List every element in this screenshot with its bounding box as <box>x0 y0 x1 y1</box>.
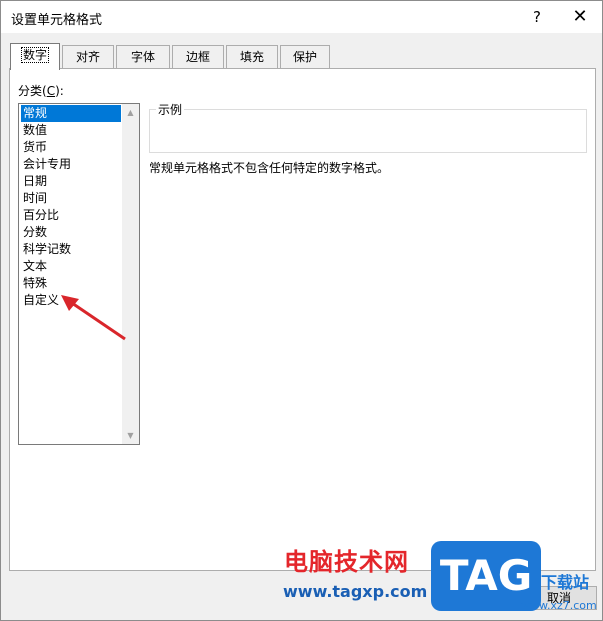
list-item-time[interactable]: 时间 <box>21 190 121 207</box>
watermark-side-url: www.xz7.com <box>521 599 597 612</box>
list-scrollbar[interactable]: ▲ ▼ <box>122 104 139 444</box>
watermark-side-text: 下载站 <box>541 573 590 592</box>
category-list[interactable]: 常规 数值 货币 会计专用 日期 时间 百分比 分数 科学记数 文本 特殊 自定… <box>18 103 140 445</box>
list-item-percentage[interactable]: 百分比 <box>21 207 121 224</box>
close-button[interactable]: ✕ <box>565 5 595 29</box>
watermark-site-name: 电脑技术网 <box>284 548 409 576</box>
list-item-special[interactable]: 特殊 <box>21 275 121 292</box>
tab-border[interactable]: 边框 <box>172 45 224 69</box>
list-item-scientific[interactable]: 科学记数 <box>21 241 121 258</box>
category-label: 分类(C): <box>18 84 64 98</box>
format-description: 常规单元格格式不包含任何特定的数字格式。 <box>149 161 390 175</box>
annotation-arrow-icon <box>61 295 126 341</box>
scroll-down-icon[interactable]: ▼ <box>122 427 139 444</box>
format-cells-dialog: 设置单元格格式 ? ✕ 数字 对齐 字体 边框 填充 保护 分类(C): 常规 … <box>0 0 603 621</box>
sample-group: 示例 <box>149 101 587 153</box>
tab-alignment[interactable]: 对齐 <box>62 45 114 69</box>
list-item-general[interactable]: 常规 <box>21 105 121 122</box>
tab-protection[interactable]: 保护 <box>280 45 330 69</box>
dialog-title: 设置单元格格式 <box>11 13 103 28</box>
title-bar: 设置单元格格式 ? ✕ <box>1 1 602 33</box>
list-item-date[interactable]: 日期 <box>21 173 121 190</box>
list-item-text[interactable]: 文本 <box>21 258 121 275</box>
tab-number[interactable]: 数字 <box>10 43 60 70</box>
sample-legend: 示例 <box>156 101 185 118</box>
tab-fill[interactable]: 填充 <box>226 45 278 69</box>
list-item-number[interactable]: 数值 <box>21 122 121 139</box>
scroll-up-icon[interactable]: ▲ <box>122 104 139 121</box>
list-item-currency[interactable]: 货币 <box>21 139 121 156</box>
help-button[interactable]: ? <box>527 7 547 27</box>
list-item-fraction[interactable]: 分数 <box>21 224 121 241</box>
list-item-accounting[interactable]: 会计专用 <box>21 156 121 173</box>
watermark-url: www.tagxp.com <box>283 582 428 601</box>
tab-font[interactable]: 字体 <box>116 45 170 69</box>
